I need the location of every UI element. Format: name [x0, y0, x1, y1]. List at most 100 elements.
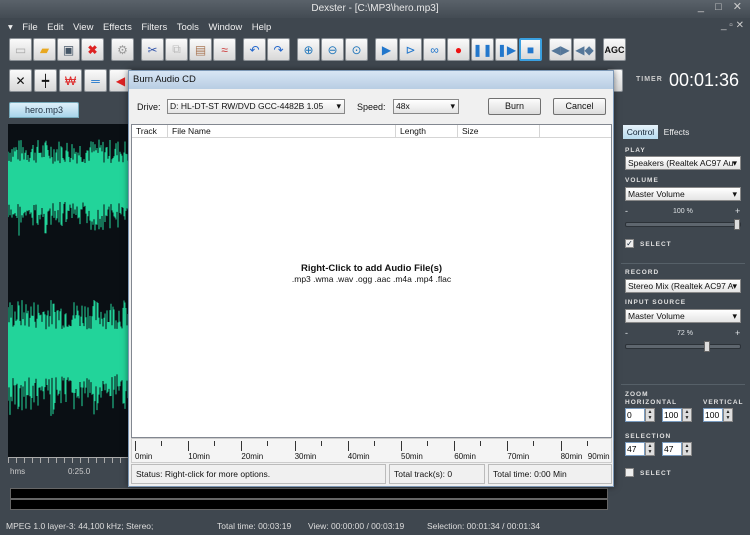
selection-to-spin[interactable]: ▲▼ [662, 442, 692, 456]
speed-select[interactable]: 48x [393, 99, 459, 114]
mix-icon[interactable]: ≈ [213, 38, 236, 61]
spin-arrows[interactable]: ▲ ▼ [682, 408, 692, 422]
save-icon[interactable]: ▣ [57, 38, 80, 61]
burn-button[interactable]: Burn [488, 98, 541, 115]
tab-effects[interactable]: Effects [660, 125, 693, 139]
spin-arrows[interactable]: ▲ ▼ [645, 442, 655, 456]
menu-view[interactable]: View [73, 22, 93, 33]
volume-slider-thumb[interactable] [734, 219, 740, 230]
file-tab[interactable]: hero.mp3 [9, 102, 79, 118]
input-plus: + [735, 328, 741, 338]
settings-icon[interactable]: ⚙ [111, 38, 134, 61]
ruler-label: 70min [507, 452, 530, 461]
menu-effects[interactable]: Effects [103, 22, 132, 33]
menu-arrow-icon[interactable]: ▾ [8, 22, 13, 33]
volume-up-icon[interactable]: ◀▶ [549, 38, 572, 61]
waveform-icon[interactable]: ₩ [59, 69, 82, 92]
selection-to-input[interactable] [662, 442, 682, 456]
select-checkbox[interactable]: ✓ [625, 239, 634, 248]
ruler-label: 90min [587, 452, 610, 461]
skip-icon[interactable]: ❚▶ [495, 38, 518, 61]
redo-icon[interactable]: ↷ [267, 38, 290, 61]
record-icon[interactable]: ● [447, 38, 470, 61]
input-slider-thumb[interactable] [703, 341, 710, 352]
zoom-out-icon[interactable]: ⊖ [321, 38, 344, 61]
zoom-v-spin[interactable]: ▲▼ [703, 408, 733, 422]
menu-window[interactable]: Window [208, 22, 242, 33]
volume-minus: - [625, 206, 628, 216]
ruler-tick [560, 441, 562, 451]
selection-from-input[interactable] [625, 442, 645, 456]
menu-filters[interactable]: Filters [141, 22, 167, 33]
ruler-mark: 0:25.0 [68, 467, 91, 476]
waveform-view[interactable] [8, 124, 132, 457]
menu-edit[interactable]: Edit [47, 22, 63, 33]
zoom-in-icon[interactable]: ⊕ [297, 38, 320, 61]
new-icon[interactable]: ▭ [9, 38, 32, 61]
cancel-button[interactable]: Cancel [553, 98, 606, 115]
edit-toolbar: ✕ ┿ ₩ ═ ◀ [9, 69, 132, 93]
volume-plus: + [735, 206, 741, 216]
ruler-label: 20min [241, 452, 264, 461]
status-bar: MPEG 1.0 layer-3: 44,100 kHz; Stereo; To… [0, 518, 750, 535]
total-time: Total time: 0:00 Min [488, 464, 612, 484]
undo-icon[interactable]: ↶ [243, 38, 266, 61]
volume-slider[interactable] [625, 219, 741, 230]
expand-icon[interactable]: ✕ [9, 69, 32, 92]
loop-icon[interactable]: ∞ [423, 38, 446, 61]
zoom-h-to-spin[interactable]: ▲▼ [662, 408, 692, 422]
mdi-controls[interactable]: _ ▫ ✕ [721, 20, 744, 31]
menu-tools[interactable]: Tools [177, 22, 199, 33]
list-header: Track File Name Length Size [132, 125, 611, 138]
stop-icon[interactable]: ■ [519, 38, 542, 61]
zoom-v-input[interactable] [703, 408, 723, 422]
open-icon[interactable]: ▰ [33, 38, 56, 61]
hint-title: Right-Click to add Audio File(s) [300, 263, 443, 274]
main-toolbar: ▭ ▰ ▣ ✖ ⚙ ✂ ⧉ ▤ ≈ ↶ ↷ ⊕ ⊖ ⊙ ▶ ⊳ ∞ ● ❚❚ ❚▶ ■ ◀▶ ◀◆ AGC [9, 38, 631, 62]
column-file-name[interactable]: File Name [168, 125, 396, 137]
volume-label: VOLUME [625, 177, 659, 184]
volume-source-select[interactable]: Master Volume [625, 187, 741, 201]
zoom-fit-icon[interactable]: ⊙ [345, 38, 368, 61]
split-icon[interactable]: ┿ [34, 69, 57, 92]
copy-icon[interactable]: ⧉ [165, 38, 188, 61]
ruler-tick [454, 441, 456, 451]
zoom-h-from-spin[interactable]: ▲▼ [625, 408, 655, 422]
agc-button[interactable]: AGC [603, 38, 626, 61]
ruler-minor-tick [161, 441, 162, 446]
pause-icon[interactable]: ❚❚ [471, 38, 494, 61]
volume-percent: 100 % [673, 208, 693, 215]
volume-down-icon[interactable]: ◀◆ [573, 38, 596, 61]
dialog-status-text: Status: Right-click for more options. [131, 464, 386, 484]
close-file-icon[interactable]: ✖ [81, 38, 104, 61]
ruler-tick [241, 441, 243, 451]
cut-icon[interactable]: ✂ [141, 38, 164, 61]
play-device-select[interactable]: Speakers (Realtek AC97 Au [625, 156, 741, 170]
select-checkbox-2[interactable] [625, 468, 634, 477]
record-device-select[interactable]: Stereo Mix (Realtek AC97 A [625, 279, 741, 293]
menu-help[interactable]: Help [252, 22, 272, 33]
tab-control[interactable]: Control [623, 125, 658, 139]
input-slider[interactable] [625, 341, 741, 352]
column-track[interactable]: Track [132, 125, 168, 137]
column-size[interactable]: Size [458, 125, 540, 137]
ruler-tick [401, 441, 402, 451]
zoom-h-to-input[interactable] [662, 408, 682, 422]
play-icon[interactable]: ▶ [375, 38, 398, 61]
column-length[interactable]: Length [396, 125, 458, 137]
paste-icon[interactable]: ▤ [189, 38, 212, 61]
ruler-minor-tick [427, 441, 428, 446]
burn-cd-dialog: Burn Audio CD Drive: D: HL-DT-ST RW/DVD … [128, 70, 615, 487]
drive-select[interactable]: D: HL-DT-ST RW/DVD GCC-4482B 1.05 [167, 99, 345, 114]
spin-arrows[interactable]: ▲ ▼ [682, 442, 692, 456]
window-controls[interactable]: _ □ ✕ [698, 0, 746, 13]
play-selection-icon[interactable]: ⊳ [399, 38, 422, 61]
spin-arrows[interactable]: ▲ ▼ [723, 408, 733, 422]
spin-arrows[interactable]: ▲ ▼ [645, 408, 655, 422]
track-list[interactable]: Track File Name Length Size Right-Click … [131, 124, 612, 438]
selection-from-spin[interactable]: ▲▼ [625, 442, 655, 456]
silence-icon[interactable]: ═ [84, 69, 107, 92]
input-source-select[interactable]: Master Volume [625, 309, 741, 323]
menu-file[interactable]: File [22, 22, 37, 33]
zoom-h-from-input[interactable] [625, 408, 645, 422]
